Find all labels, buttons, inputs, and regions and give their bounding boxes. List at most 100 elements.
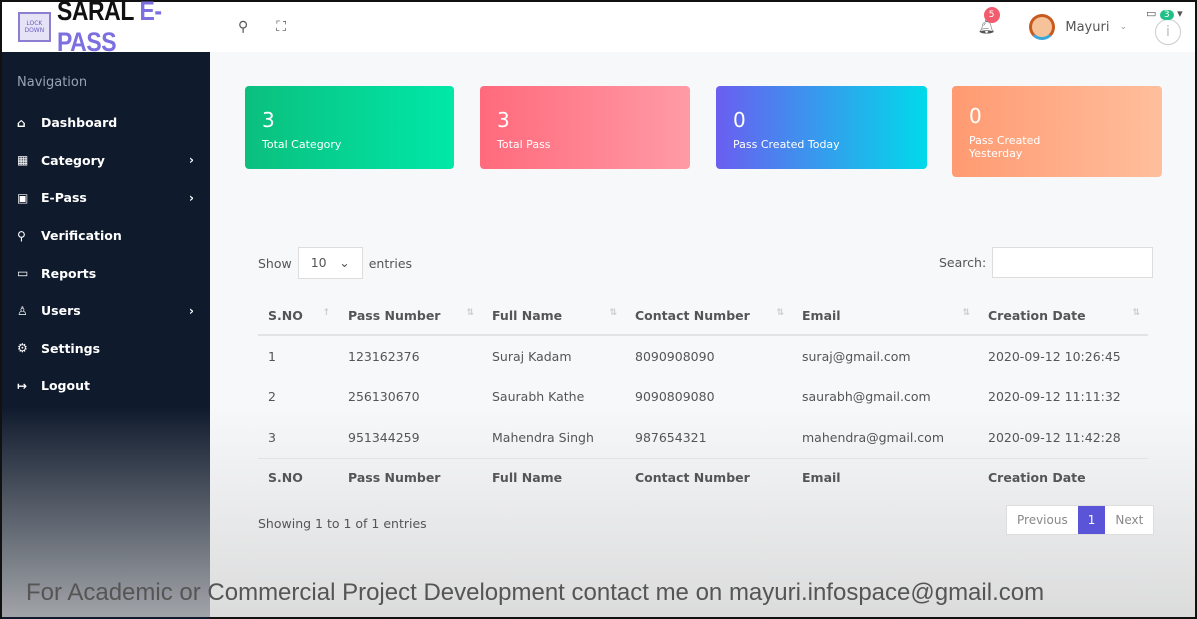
search-control: Search: bbox=[939, 247, 1154, 278]
column-header[interactable]: Full Name ⇅ bbox=[482, 297, 625, 336]
search-label: Search: bbox=[939, 255, 987, 270]
table-row: 3 951344259 Mahendra Singh 987654321 mahendr… bbox=[258, 417, 1148, 458]
stat-card[interactable]: 3 Total Category bbox=[245, 86, 454, 169]
chevron-down-icon: ⌄ bbox=[339, 255, 350, 270]
sort-icon[interactable]: ⇅ bbox=[1132, 308, 1140, 318]
column-header[interactable]: Contact Number ⇅ bbox=[625, 297, 792, 336]
stat-label: Pass Created Today bbox=[733, 138, 840, 151]
sort-icon[interactable]: ⇅ bbox=[466, 308, 474, 318]
column-header[interactable]: S.NO ↑ bbox=[258, 297, 338, 336]
sidebar-item-verification[interactable]: ⚲ Verification bbox=[2, 217, 210, 255]
table-cell: Mahendra Singh bbox=[492, 429, 594, 445]
chevron-right-icon: › bbox=[189, 303, 194, 318]
table-cell: suraj@gmail.com bbox=[802, 348, 911, 364]
passes-table: S.NO ↑ Pass Number ⇅ Full Name ⇅ Contact Numbe… bbox=[258, 297, 1148, 496]
table-cell: Suraj Kadam bbox=[492, 348, 572, 364]
verification-icon: ⚲ bbox=[17, 228, 26, 243]
user-name[interactable]: Mayuri bbox=[1065, 20, 1109, 35]
search-icon[interactable]: ⚲ bbox=[238, 19, 248, 35]
stat-label: Pass Created Yesterday bbox=[969, 134, 1041, 160]
table-cell: Saurabh Kathe bbox=[492, 389, 585, 404]
sidebar-item-reports[interactable]: ▭ Reports bbox=[2, 254, 210, 292]
column-header[interactable]: Creation Date ⇅ bbox=[978, 297, 1148, 336]
sidebar-item-dashboard[interactable]: ⌂ Dashboard bbox=[2, 104, 210, 142]
stat-label: Total Category bbox=[262, 138, 342, 151]
table-cell: 123162376 bbox=[348, 348, 420, 364]
table-info: Showing 1 to 1 of 1 entries bbox=[258, 516, 427, 531]
sidebar-item-category[interactable]: ▦ Category › bbox=[2, 142, 210, 180]
sidebar-item-settings[interactable]: ⚙ Settings bbox=[2, 330, 210, 368]
sidebar-item-label: Verification bbox=[41, 228, 122, 244]
main-content: 3 Total Category 3 Total Pass 0 Pass Created … bbox=[210, 52, 1195, 617]
watermark-text: For Academic or Commercial Project Devel… bbox=[26, 579, 1045, 606]
sort-icon[interactable]: ⇅ bbox=[609, 308, 617, 318]
stat-value: 0 bbox=[733, 108, 746, 132]
fullscreen-icon[interactable]: ⛶ bbox=[276, 19, 286, 35]
category-icon: ▦ bbox=[17, 153, 29, 168]
avatar[interactable] bbox=[1029, 14, 1056, 40]
users-icon: ♙ bbox=[17, 303, 28, 318]
topbar: LOCK DOWN SARAL E-PASS ⚲ ⛶ 🔔︎ 5 Mayuri ⌄ i… bbox=[2, 0, 1195, 57]
previous-button[interactable]: Previous bbox=[1007, 506, 1078, 534]
table-cell: saurabh@gmail.com bbox=[802, 389, 931, 404]
table-cell: 2020-09-12 11:42:28 bbox=[988, 429, 1121, 445]
reports-icon: ▭ bbox=[17, 266, 29, 281]
sort-icon[interactable]: ↑ bbox=[322, 308, 330, 318]
table-row: 2 256130670 Saurabh Kathe 9090809080 saurabh… bbox=[258, 376, 1148, 417]
table-cell: 9090809080 bbox=[635, 389, 715, 404]
sidebar: Navigation ⌂ Dashboard ▦ Category › ▣ E-Pass › ⚲… bbox=[2, 52, 210, 619]
column-header[interactable]: Email ⇅ bbox=[792, 297, 978, 336]
table-cell: 987654321 bbox=[635, 429, 707, 445]
pagination: Previous 1 Next bbox=[1006, 505, 1155, 535]
sidebar-item-logout[interactable]: ↦ Logout bbox=[2, 367, 210, 405]
column-header: Creation Date bbox=[978, 457, 1148, 496]
messages-button[interactable]: ▭ 3 ▾ bbox=[1146, 2, 1183, 27]
sidebar-item-label: Dashboard bbox=[41, 115, 118, 131]
entries-label: entries bbox=[368, 255, 413, 271]
notification-badge: 5 bbox=[983, 7, 1000, 23]
sidebar-item-epass[interactable]: ▣ E-Pass › bbox=[2, 179, 210, 217]
table-cell: 2020-09-12 11:11:32 bbox=[988, 389, 1121, 404]
notification-bell-icon[interactable]: 🔔︎ 5 bbox=[978, 7, 1000, 35]
chevron-down-icon[interactable]: ⌄ bbox=[1119, 22, 1127, 32]
settings-icon: ⚙ bbox=[17, 341, 28, 356]
page-1-button[interactable]: 1 bbox=[1077, 506, 1106, 534]
column-header: Email bbox=[792, 457, 978, 496]
stat-value: 3 bbox=[262, 108, 275, 132]
table-cell: mahendra@gmail.com bbox=[802, 429, 944, 445]
length-control: Show 10 ⌄ entries bbox=[258, 247, 412, 279]
table-cell: 3 bbox=[268, 429, 276, 445]
entries-value: 10 bbox=[310, 255, 327, 270]
brand-name: SARAL bbox=[56, 0, 134, 26]
chat-icon: ▭ bbox=[1146, 7, 1157, 20]
stat-card[interactable]: 0 Pass Created Yesterday bbox=[952, 86, 1162, 177]
messages-badge: 3 bbox=[1159, 10, 1174, 20]
column-header: Full Name bbox=[482, 457, 625, 496]
lockdown-logo-icon: LOCK DOWN bbox=[18, 12, 51, 42]
sidebar-item-label: Reports bbox=[41, 265, 97, 281]
chevron-right-icon: › bbox=[189, 153, 194, 168]
search-input[interactable] bbox=[992, 247, 1154, 278]
sidebar-item-users[interactable]: ♙ Users › bbox=[2, 292, 210, 330]
logo[interactable]: LOCK DOWN SARAL E-PASS bbox=[2, 0, 210, 58]
chevron-right-icon: › bbox=[189, 190, 194, 205]
table-cell: 8090908090 bbox=[635, 348, 715, 364]
column-header: Contact Number bbox=[625, 457, 792, 496]
entries-select[interactable]: 10 ⌄ bbox=[297, 247, 363, 279]
sort-icon[interactable]: ⇅ bbox=[962, 308, 970, 318]
info-icon[interactable]: i ▭ 3 ▾ bbox=[1146, 7, 1183, 45]
nav-heading: Navigation bbox=[17, 75, 88, 90]
column-header: Pass Number bbox=[338, 457, 482, 496]
stat-card[interactable]: 3 Total Pass bbox=[480, 86, 690, 169]
next-button[interactable]: Next bbox=[1105, 506, 1153, 534]
column-header: S.NO bbox=[258, 457, 338, 496]
column-header[interactable]: Pass Number ⇅ bbox=[338, 297, 482, 336]
table-cell: 951344259 bbox=[348, 429, 420, 445]
stat-card[interactable]: 0 Pass Created Today bbox=[716, 86, 927, 169]
sidebar-item-label: E-Pass bbox=[41, 190, 87, 206]
table-cell: 1 bbox=[268, 348, 276, 364]
stat-value: 3 bbox=[497, 108, 510, 132]
sort-icon[interactable]: ⇅ bbox=[776, 308, 784, 318]
dashboard-icon: ⌂ bbox=[17, 115, 26, 130]
show-label: Show bbox=[258, 255, 292, 271]
